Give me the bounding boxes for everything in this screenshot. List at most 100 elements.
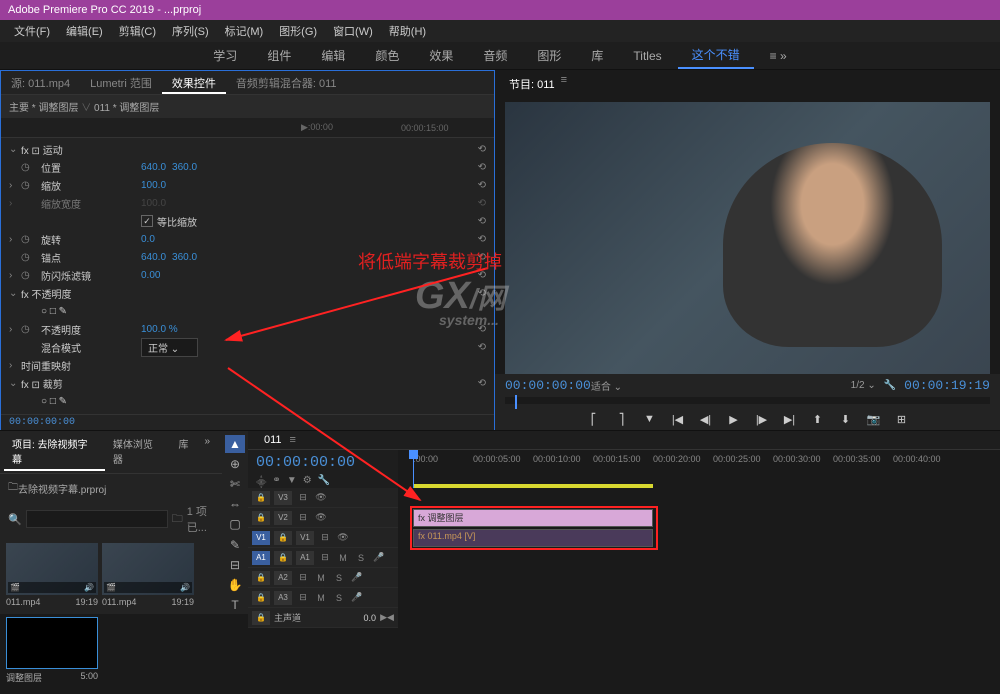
chevron-down-icon[interactable]: ⌄ (9, 288, 21, 299)
mark-in-button[interactable]: ⎡ (583, 410, 605, 428)
crop-mask-tools[interactable]: ○ □ ✎ (41, 396, 67, 407)
reset-icon[interactable]: ⟲ (478, 216, 486, 227)
stopwatch-icon[interactable]: ◷ (21, 324, 41, 335)
track-v3[interactable]: V3 (274, 491, 292, 505)
filter-icon[interactable]: 🗀 (172, 510, 183, 529)
timeline-content[interactable]: fx 调整图层 fx 011.mp4 [V] (398, 488, 1000, 628)
stopwatch-icon[interactable]: ◷ (21, 270, 41, 281)
reset-icon[interactable]: ⟲ (478, 342, 486, 353)
tab-lumetri[interactable]: Lumetri 范围 (80, 71, 162, 94)
toggle-output-icon[interactable]: ⊟ (296, 572, 310, 583)
chevron-icon[interactable]: › (9, 180, 21, 191)
settings-icon[interactable]: ⚙ (303, 475, 312, 489)
compare-button[interactable]: ⊞ (891, 410, 913, 428)
solo-button[interactable]: S (354, 553, 368, 563)
opacity-val[interactable]: 100.0 % (141, 324, 178, 335)
extract-button[interactable]: ⬇ (835, 410, 857, 428)
seq-menu-icon[interactable]: ≡ (290, 434, 296, 446)
menu-sequence[interactable]: 序列(S) (164, 20, 217, 42)
mini-playhead[interactable]: ▶:00:00 (301, 122, 333, 133)
play-button[interactable]: ▶ (723, 410, 745, 428)
toggle-output-icon[interactable]: ⊟ (318, 552, 332, 563)
stopwatch-icon[interactable]: ◷ (21, 234, 41, 245)
toggle-output-icon[interactable]: ⊟ (296, 512, 310, 523)
voice-icon[interactable]: 🎤 (372, 552, 386, 563)
pen-tool[interactable]: ✎ (225, 536, 245, 554)
wrench-icon[interactable]: 🔧 (884, 380, 896, 391)
tc-left[interactable]: 00:00:00:00 (505, 378, 591, 393)
track-v1[interactable]: V1 (296, 531, 314, 545)
track-v2[interactable]: V2 (274, 511, 292, 525)
ws-titles[interactable]: Titles (619, 45, 675, 67)
crop-group[interactable]: fx ⊡ 裁剪 (21, 376, 63, 391)
step-back-button[interactable]: ◀| (695, 410, 717, 428)
track-a3[interactable]: A3 (274, 591, 292, 605)
flicker-val[interactable]: 0.00 (141, 270, 160, 281)
add-marker-button[interactable]: ▼ (639, 410, 661, 428)
lock-icon[interactable]: 🔒 (252, 511, 270, 525)
anchor-y[interactable]: 360.0 (172, 252, 197, 263)
lock-icon[interactable]: 🔒 (252, 491, 270, 505)
wrench-icon[interactable]: 🔧 (318, 475, 330, 489)
menu-help[interactable]: 帮助(H) (381, 20, 434, 42)
step-fwd-button[interactable]: |▶ (751, 410, 773, 428)
pos-y[interactable]: 360.0 (172, 162, 197, 173)
type-tool[interactable]: T (225, 596, 245, 614)
reset-icon[interactable]: ⟲ (478, 144, 486, 155)
track-select-tool[interactable]: ⊕ (225, 455, 245, 473)
marker-icon[interactable]: ▼ (287, 475, 297, 489)
selection-tool[interactable]: ▲ (225, 435, 245, 453)
chevron-icon[interactable]: › (9, 270, 21, 281)
toggle-output-icon[interactable]: ⊟ (296, 492, 310, 503)
reset-icon[interactable]: ⟲ (478, 180, 486, 191)
ws-learn[interactable]: 学习 (199, 43, 251, 68)
tab-overflow-icon[interactable]: » (196, 433, 218, 471)
anchor-x[interactable]: 640.0 (141, 252, 166, 263)
program-monitor[interactable] (505, 102, 990, 374)
tab-source[interactable]: 源: 011.mp4 (1, 71, 80, 94)
razor-tool[interactable]: ⇔ (225, 495, 245, 513)
scale-dropdown[interactable]: 1/2 (851, 380, 865, 391)
effect-timeline[interactable]: ▶:00:00 00:00:15:00 (1, 118, 494, 138)
mask-tools[interactable]: ○ □ ✎ (41, 306, 67, 317)
fit-dropdown[interactable]: 适合 (591, 382, 611, 393)
lock-icon[interactable]: 🔒 (252, 591, 270, 605)
lock-icon[interactable]: 🔒 (274, 551, 292, 565)
chevron-icon[interactable]: › (9, 324, 21, 335)
time-remap-group[interactable]: 时间重映射 (21, 358, 71, 373)
project-item[interactable]: 🎬🔊 011.mp419:19 (6, 543, 98, 609)
toggle-output-icon[interactable]: ⊟ (318, 532, 332, 543)
master-track[interactable]: 主声道 (274, 611, 359, 624)
menu-edit[interactable]: 编辑(E) (58, 20, 111, 42)
hand-tool[interactable]: ✋ (225, 576, 245, 594)
mute-button[interactable]: M (336, 553, 350, 563)
reset-icon[interactable]: ⟲ (478, 162, 486, 173)
stopwatch-icon[interactable]: ◷ (21, 162, 41, 173)
program-menu-icon[interactable]: ≡ (561, 74, 567, 94)
src-a1[interactable]: A1 (252, 551, 270, 565)
reset-icon[interactable]: ⟲ (478, 234, 486, 245)
track-a1[interactable]: A1 (296, 551, 314, 565)
clip-adjustment-layer[interactable]: fx 调整图层 (413, 509, 653, 527)
ws-lib[interactable]: 库 (577, 43, 617, 68)
mark-out-button[interactable]: ⎤ (611, 410, 633, 428)
ws-edit[interactable]: 编辑 (307, 43, 359, 68)
rect-tool[interactable]: ⊟ (225, 556, 245, 574)
timeline-tc[interactable]: 00:00:00:00 (256, 454, 390, 471)
timeline-playhead[interactable] (413, 450, 414, 488)
ws-color[interactable]: 颜色 (361, 43, 413, 68)
lock-icon[interactable]: 🔒 (252, 611, 270, 625)
mute-button[interactable]: M (314, 573, 328, 583)
solo-button[interactable]: S (332, 573, 346, 583)
link-icon[interactable]: ⚭ (272, 475, 280, 489)
search-input[interactable] (26, 510, 168, 528)
menu-clip[interactable]: 剪辑(C) (111, 20, 164, 42)
chevron-down-icon[interactable]: ⌄ (9, 144, 21, 155)
voice-icon[interactable]: 🎤 (350, 572, 364, 583)
ripple-tool[interactable]: ✄ (225, 475, 245, 493)
tab-effect-controls[interactable]: 效果控件 (162, 71, 226, 94)
pos-x[interactable]: 640.0 (141, 162, 166, 173)
eye-icon[interactable]: 👁 (336, 532, 350, 543)
go-in-button[interactable]: |◀ (667, 410, 689, 428)
opacity-group[interactable]: fx 不透明度 (21, 286, 72, 301)
